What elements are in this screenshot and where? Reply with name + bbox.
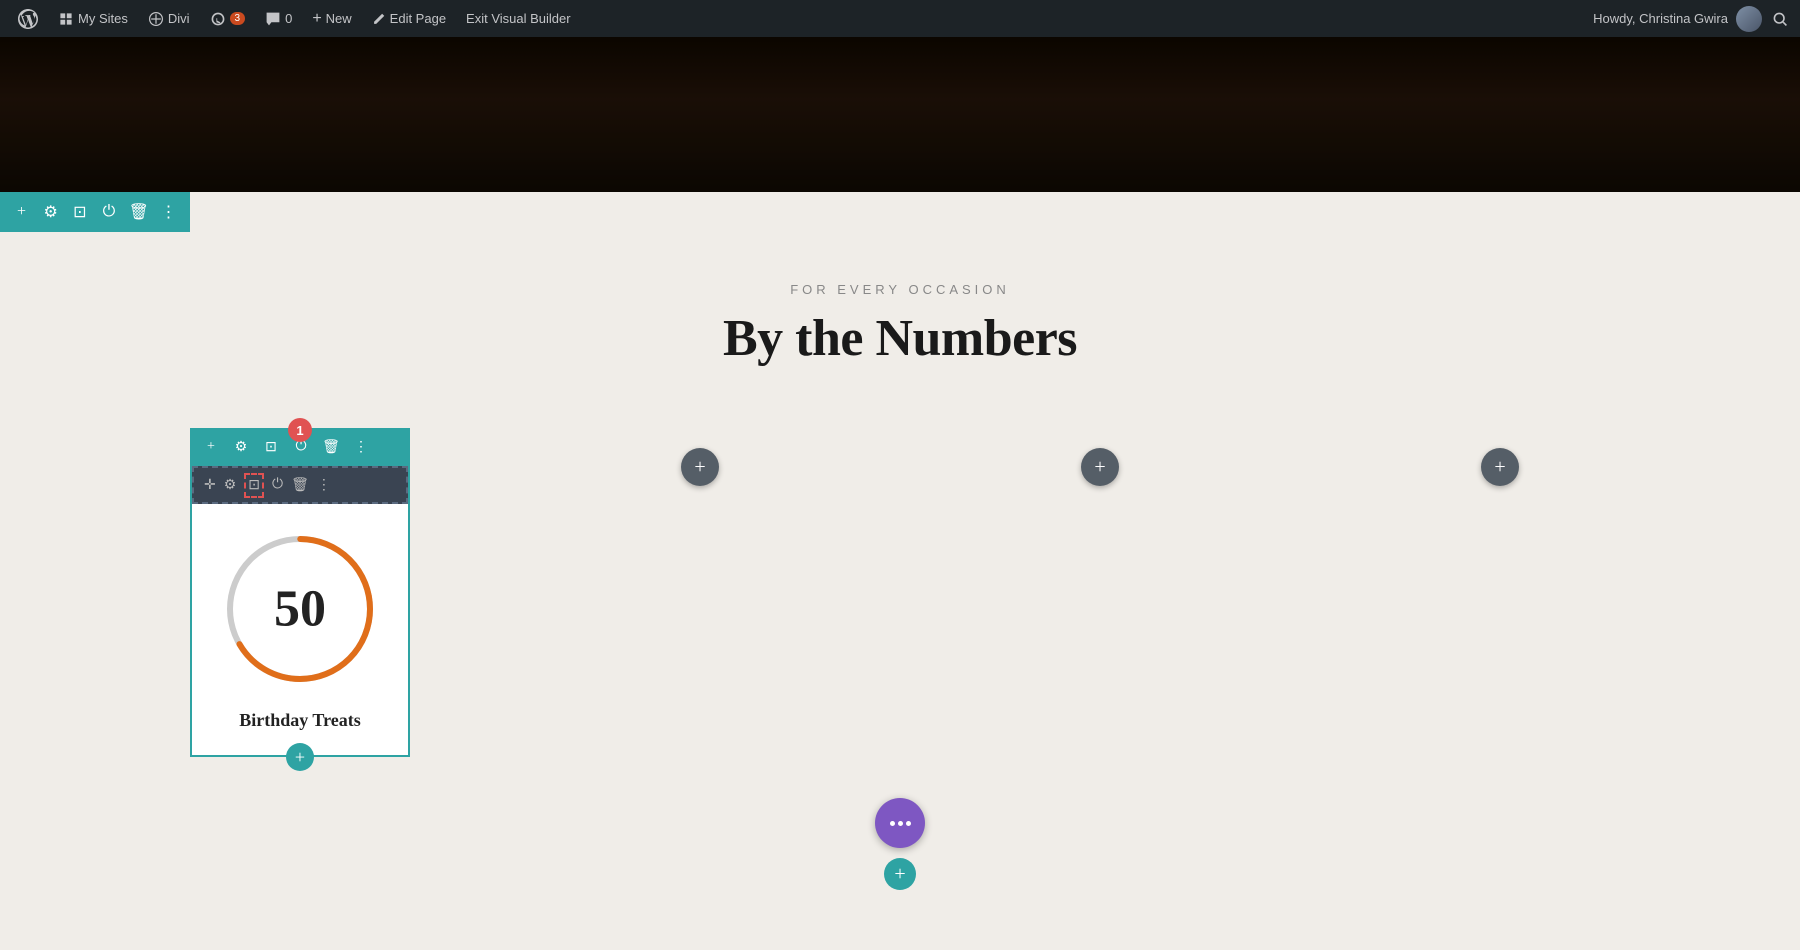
exit-vb-label: Exit Visual Builder xyxy=(466,11,571,26)
user-avatar[interactable] xyxy=(1736,6,1762,32)
user-greeting: Howdy, Christina Gwira xyxy=(1593,11,1728,26)
inner-trash-icon[interactable]: 🗑 xyxy=(291,477,309,494)
inner-settings-icon[interactable]: ⚙ xyxy=(224,477,237,494)
module-bottom-plus[interactable]: + xyxy=(286,743,314,771)
edit-page-label: Edit Page xyxy=(390,11,446,26)
bottom-center-area: + xyxy=(0,798,1800,890)
module-more-icon[interactable]: ⋮ xyxy=(350,436,372,458)
exit-visual-builder-menu[interactable]: Exit Visual Builder xyxy=(458,0,579,37)
column-2: + xyxy=(500,418,900,768)
admin-bar: My Sites Divi 3 0 + New Edit Page Exit V… xyxy=(0,0,1800,37)
section-power-icon[interactable]: ⏻ xyxy=(99,201,118,223)
module-card: ✛ ⚙ ⊡ ⏻ 🗑 ⋮ xyxy=(190,466,410,757)
module-inner-toolbar: ✛ ⚙ ⊡ ⏻ 🗑 ⋮ xyxy=(192,466,408,504)
module-outer-toolbar: 1 + ⚙ ⊡ ⏻ 🗑 ⋮ xyxy=(190,428,410,466)
dot-1 xyxy=(890,821,895,826)
module-copy-icon[interactable]: ⊡ xyxy=(260,436,282,458)
section-copy-icon[interactable]: ⊡ xyxy=(70,201,89,223)
admin-bar-right: Howdy, Christina Gwira xyxy=(1593,6,1790,32)
comments-count: 0 xyxy=(285,11,292,26)
my-sites-menu[interactable]: My Sites xyxy=(50,0,136,37)
dot-2 xyxy=(898,821,903,826)
wp-logo[interactable] xyxy=(10,0,46,37)
add-section-button[interactable]: + xyxy=(884,858,916,890)
section-more-icon[interactable]: ⋮ xyxy=(159,201,178,223)
inner-more-icon[interactable]: ⋮ xyxy=(317,477,331,494)
new-label: New xyxy=(326,11,352,26)
my-sites-label: My Sites xyxy=(78,11,128,26)
main-content: FOR EVERY OCCASION By the Numbers 1 + ⚙ … xyxy=(0,232,1800,950)
columns-area: 1 + ⚙ ⊡ ⏻ 🗑 ⋮ ✛ ⚙ ⊡ ⏻ 🗑 xyxy=(0,418,1800,768)
module-add-icon[interactable]: + xyxy=(200,436,222,458)
section-title: By the Numbers xyxy=(0,309,1800,368)
gauge-number: 50 xyxy=(274,580,326,639)
gauge-label: Birthday Treats xyxy=(239,702,361,745)
gauge-svg-wrapper: 50 xyxy=(215,524,385,694)
updates-count: 3 xyxy=(230,12,246,25)
section-header: FOR EVERY OCCASION By the Numbers xyxy=(0,282,1800,368)
new-menu[interactable]: + New xyxy=(304,0,359,37)
column-4-plus[interactable]: + xyxy=(1481,448,1519,486)
module-trash-icon[interactable]: 🗑 xyxy=(320,436,342,458)
purple-options-button[interactable] xyxy=(875,798,925,848)
column-4: + xyxy=(1300,418,1700,768)
inner-copy-icon[interactable]: ⊡ xyxy=(244,473,264,498)
hero-area xyxy=(0,37,1800,192)
column-2-plus[interactable]: + xyxy=(681,448,719,486)
divi-label: Divi xyxy=(168,11,190,26)
divi-menu[interactable]: Divi xyxy=(140,0,198,37)
inner-move-icon[interactable]: ✛ xyxy=(204,477,216,494)
section-trash-icon[interactable]: 🗑 xyxy=(129,201,149,223)
section-add-icon[interactable]: + xyxy=(12,201,31,223)
module-settings-icon[interactable]: ⚙ xyxy=(230,436,252,458)
dots-icon xyxy=(890,821,911,826)
edit-page-menu[interactable]: Edit Page xyxy=(364,0,454,37)
column-3: + xyxy=(900,418,1300,768)
section-settings-icon[interactable]: ⚙ xyxy=(41,201,60,223)
search-button[interactable] xyxy=(1770,9,1790,29)
section-toolbar: + ⚙ ⊡ ⏻ 🗑 ⋮ xyxy=(0,192,190,232)
column-3-plus[interactable]: + xyxy=(1081,448,1119,486)
dot-3 xyxy=(906,821,911,826)
comments-menu[interactable]: 0 xyxy=(257,0,300,37)
inner-power-icon[interactable]: ⏻ xyxy=(272,477,283,493)
column-1: 1 + ⚙ ⊡ ⏻ 🗑 ⋮ ✛ ⚙ ⊡ ⏻ 🗑 xyxy=(100,418,500,768)
updates-menu[interactable]: 3 xyxy=(202,0,254,37)
notification-badge: 1 xyxy=(288,418,312,442)
section-subtitle: FOR EVERY OCCASION xyxy=(0,282,1800,297)
gauge-container: 50 Birthday Treats xyxy=(192,504,408,755)
